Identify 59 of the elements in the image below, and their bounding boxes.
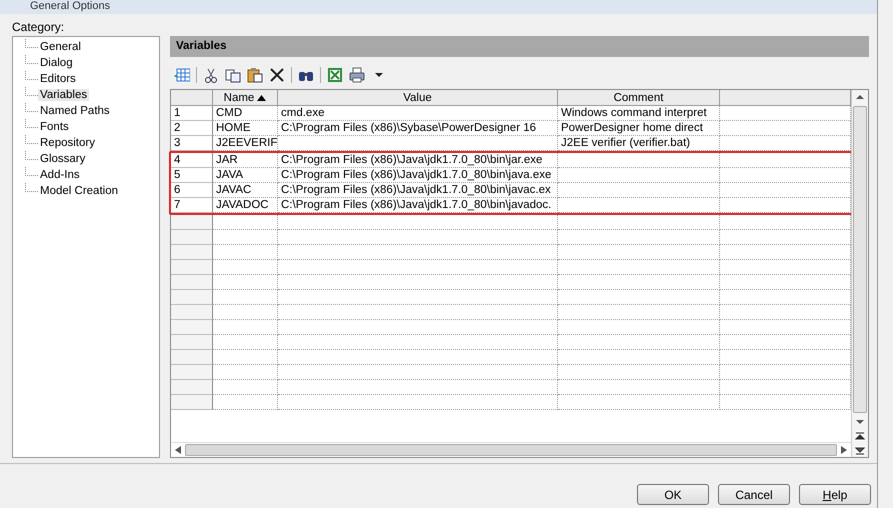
scroll-up-icon[interactable] — [855, 92, 865, 102]
table-cell: JAVA — [213, 168, 278, 183]
table-cell: C:\Program Files (x86)\Sybase\PowerDesigner 16 — [278, 121, 558, 136]
spreadsheet-icon[interactable] — [327, 67, 343, 83]
window-title: General Options — [0, 0, 877, 14]
ok-button[interactable]: OK — [637, 484, 709, 505]
copy-icon[interactable] — [225, 67, 241, 83]
help-button[interactable]: Help — [799, 484, 871, 505]
table-cell: cmd.exe — [278, 106, 558, 121]
scroll-down-icon[interactable] — [855, 445, 865, 455]
scroll-down-icon[interactable] — [855, 417, 865, 427]
tree-item[interactable]: Model Creation — [38, 185, 120, 197]
table-cell: C:\Program Files (x86)\Java\jdk1.7.0_80\bin\javadoc. — [278, 198, 558, 213]
tree-item[interactable]: Variables — [38, 89, 90, 101]
delete-icon[interactable] — [269, 67, 285, 83]
table-cell: PowerDesigner home direct — [558, 121, 720, 136]
table-cell: C:\Program Files (x86)\Java\jdk1.7.0_80\bin\java.exe — [278, 168, 558, 183]
row-number: 5 — [171, 168, 213, 183]
column-header[interactable]: Value — [278, 90, 558, 106]
scroll-right-icon[interactable] — [841, 446, 847, 454]
scroll-left-icon[interactable] — [175, 446, 181, 454]
tree-item[interactable]: Dialog — [38, 57, 75, 69]
row-number: 3 — [171, 136, 213, 151]
table-cell: CMD — [213, 106, 278, 121]
table-cell: HOME — [213, 121, 278, 136]
cancel-button[interactable]: Cancel — [718, 484, 790, 505]
scroll-top-icon[interactable] — [855, 431, 865, 441]
table-cell: Windows command interpret — [558, 106, 720, 121]
scroll-thumb[interactable] — [185, 444, 837, 456]
tree-item[interactable]: Repository — [38, 137, 97, 149]
grid-icon[interactable] — [174, 67, 190, 83]
table-cell: JAR — [213, 153, 278, 168]
printer-icon[interactable] — [349, 67, 365, 83]
table-cell: JAVAC — [213, 183, 278, 198]
tree-item[interactable]: Editors — [38, 73, 78, 85]
table-cell: J2EEVERIF — [213, 136, 278, 151]
row-number: 1 — [171, 106, 213, 121]
tree-item[interactable]: Named Paths — [38, 105, 112, 117]
category-label: Category: — [11, 19, 66, 36]
table-cell: JAVADOC — [213, 198, 278, 213]
tree-item[interactable]: Add-Ins — [38, 169, 82, 181]
row-number: 4 — [171, 153, 213, 168]
row-number: 7 — [171, 198, 213, 213]
table-cell: C:\Program Files (x86)\Java\jdk1.7.0_80\bin\javac.ex — [278, 183, 558, 198]
tree-item[interactable]: Glossary — [38, 153, 88, 165]
scroll-thumb[interactable] — [853, 106, 867, 413]
column-header[interactable]: Comment — [558, 90, 720, 106]
sort-arrow-icon — [257, 94, 266, 100]
row-number: 2 — [171, 121, 213, 136]
tree-item[interactable]: Fonts — [38, 121, 71, 133]
tree-item[interactable]: General — [38, 41, 83, 53]
scissors-icon[interactable] — [203, 67, 219, 83]
paste-icon[interactable] — [247, 67, 263, 83]
corner-header — [171, 90, 213, 106]
row-number: 6 — [171, 183, 213, 198]
table-cell: J2EE verifier (verifier.bat) — [558, 136, 720, 151]
panel-title: Variables — [170, 36, 869, 57]
table-cell: C:\Program Files (x86)\Java\jdk1.7.0_80\bin\jar.exe — [278, 153, 558, 168]
column-header[interactable]: Name — [213, 90, 278, 106]
